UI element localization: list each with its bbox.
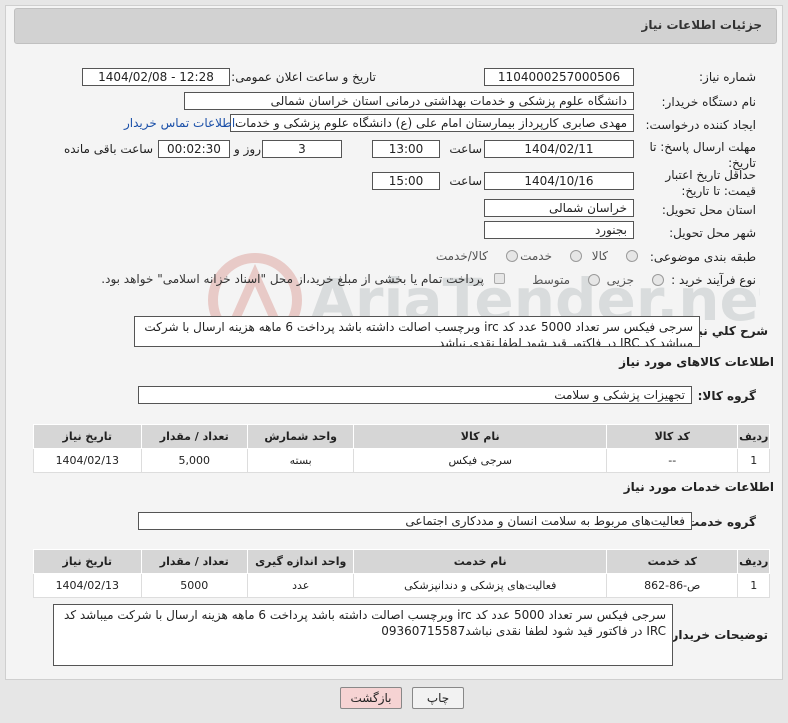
announce-label: تاریخ و ساعت اعلان عمومی:: [231, 70, 376, 84]
process-radio-minor[interactable]: [652, 274, 664, 286]
services-group-label: گروه خدمت:: [682, 515, 756, 529]
treasury-note: پرداخت تمام یا بخشی از مبلغ خرید،از محل …: [101, 272, 484, 286]
services-cell-name: فعالیت‌های پزشکی و دندانپزشکی: [353, 573, 607, 598]
announce-field: 1404/02/08 - 12:28: [82, 68, 230, 86]
goods-col-name: نام کالا: [353, 424, 607, 449]
validity-time-field: 15:00: [372, 172, 440, 190]
deadline-time-label: ساعت: [449, 142, 482, 156]
goods-cell-name: سرجی فیکس: [353, 448, 607, 473]
goods-table: ردیف کد کالا نام کالا واحد شمارش تعداد /…: [33, 424, 770, 473]
need-number-field: 1104000257000506: [484, 68, 634, 86]
buyer-label: نام دستگاه خریدار:: [661, 95, 757, 109]
print-button[interactable]: چاپ: [412, 687, 464, 709]
process-label: نوع فرآیند خرید :: [671, 273, 756, 287]
province-label: استان محل تحویل:: [661, 203, 756, 217]
goods-cell-qty: 5,000: [140, 448, 248, 473]
province-field: خراسان شمالی: [484, 199, 634, 217]
buyer-field: دانشگاه علوم پزشکی و خدمات بهداشتی درمان…: [184, 92, 634, 110]
services-col-qty: تعداد / مقدار: [140, 549, 248, 574]
buyer-contact-link[interactable]: اطلاعات تماس خریدار: [124, 116, 235, 130]
treasury-checkbox[interactable]: [494, 273, 505, 284]
deadline-time-field: 13:00: [372, 140, 440, 158]
services-cell-row: 1: [737, 573, 770, 598]
header-bar: جزئیات اطلاعات نیاز: [14, 8, 777, 44]
creator-field: مهدی صابری کارپرداز بیمارستان امام علی (…: [230, 114, 634, 132]
goods-col-date: تاریخ نیاز: [33, 424, 142, 449]
goods-cell-date: 1404/02/13: [33, 448, 142, 473]
buyer-notes-field: سرجی فیکس سر تعداد 5000 عدد کد irc وبرچس…: [53, 604, 673, 666]
validity-label: حداقل تاریخ اعتبار قیمت: تا تاریخ:: [665, 168, 756, 198]
services-section-title: اطلاعات خدمات مورد نیاز: [623, 480, 774, 494]
process-option-minor: جزیی: [606, 273, 634, 287]
goods-col-row: ردیف: [737, 424, 770, 449]
city-field: بجنورد: [484, 221, 634, 239]
deadline-date-field: 1404/02/11: [484, 140, 634, 158]
goods-cell-unit: بسته: [246, 448, 355, 473]
remaining-label: ساعت باقی مانده: [63, 142, 153, 156]
creator-label: ایجاد کننده درخواست:: [645, 118, 756, 132]
city-label: شهر محل تحویل:: [669, 226, 756, 240]
category-radio-service[interactable]: [570, 250, 582, 262]
category-radio-goods[interactable]: [626, 250, 638, 262]
goods-col-code: کد کالا: [605, 424, 739, 449]
validity-date-field: 1404/10/16: [484, 172, 634, 190]
process-radio-medium[interactable]: [588, 274, 600, 286]
services-col-row: ردیف: [737, 549, 770, 574]
buyer-notes-label: توضیحات خریدار:: [666, 628, 768, 642]
category-option-goods: کالا: [591, 249, 608, 263]
goods-table-header: ردیف کد کالا نام کالا واحد شمارش تعداد /…: [33, 424, 770, 449]
page-title: جزئیات اطلاعات نیاز: [641, 18, 762, 32]
table-row: 1 ص-86-862 فعالیت‌های پزشکی و دندانپزشکی…: [33, 573, 770, 598]
goods-cell-row: 1: [737, 448, 770, 473]
category-option-service: خدمت: [520, 249, 552, 263]
services-col-name: نام خدمت: [353, 549, 607, 574]
need-number-label: شماره نیاز:: [699, 70, 756, 84]
category-option-goods-service: کالا/خدمت: [435, 249, 488, 263]
back-button[interactable]: بازگشت: [340, 687, 402, 709]
days-label: روز و: [234, 142, 261, 156]
validity-time-label: ساعت: [449, 174, 482, 188]
services-group-field: فعالیت‌های مربوط به سلامت انسان و مددکار…: [138, 512, 692, 530]
services-cell-date: 1404/02/13: [33, 573, 142, 598]
general-desc-field: سرجی فیکس سر تعداد 5000 عدد کد irc وبرچس…: [134, 316, 700, 347]
services-table-header: ردیف کد خدمت نام خدمت واحد اندازه گیری ت…: [33, 549, 770, 574]
services-col-date: تاریخ نیاز: [33, 549, 142, 574]
goods-cell-code: --: [605, 448, 739, 473]
services-col-code: کد خدمت: [605, 549, 739, 574]
services-cell-code: ص-86-862: [605, 573, 739, 598]
table-row: 1 -- سرجی فیکس بسته 5,000 1404/02/13: [33, 448, 770, 473]
process-option-medium: متوسط: [532, 273, 570, 287]
services-col-unit: واحد اندازه گیری: [246, 549, 355, 574]
goods-col-qty: تعداد / مقدار: [140, 424, 248, 449]
services-cell-qty: 5000: [140, 573, 248, 598]
category-label: طبقه بندی موضوعی:: [649, 250, 756, 264]
services-cell-unit: عدد: [246, 573, 355, 598]
goods-col-unit: واحد شمارش: [246, 424, 355, 449]
services-table: ردیف کد خدمت نام خدمت واحد اندازه گیری ت…: [33, 549, 770, 598]
days-field: 3: [262, 140, 342, 158]
goods-group-field: تجهیزات پزشکی و سلامت: [138, 386, 692, 404]
remaining-time-field: 00:02:30: [158, 140, 230, 158]
goods-group-label: گروه کالا:: [697, 389, 756, 403]
category-radio-goods-service[interactable]: [506, 250, 518, 262]
goods-section-title: اطلاعات کالاهای مورد نیاز: [619, 355, 774, 369]
